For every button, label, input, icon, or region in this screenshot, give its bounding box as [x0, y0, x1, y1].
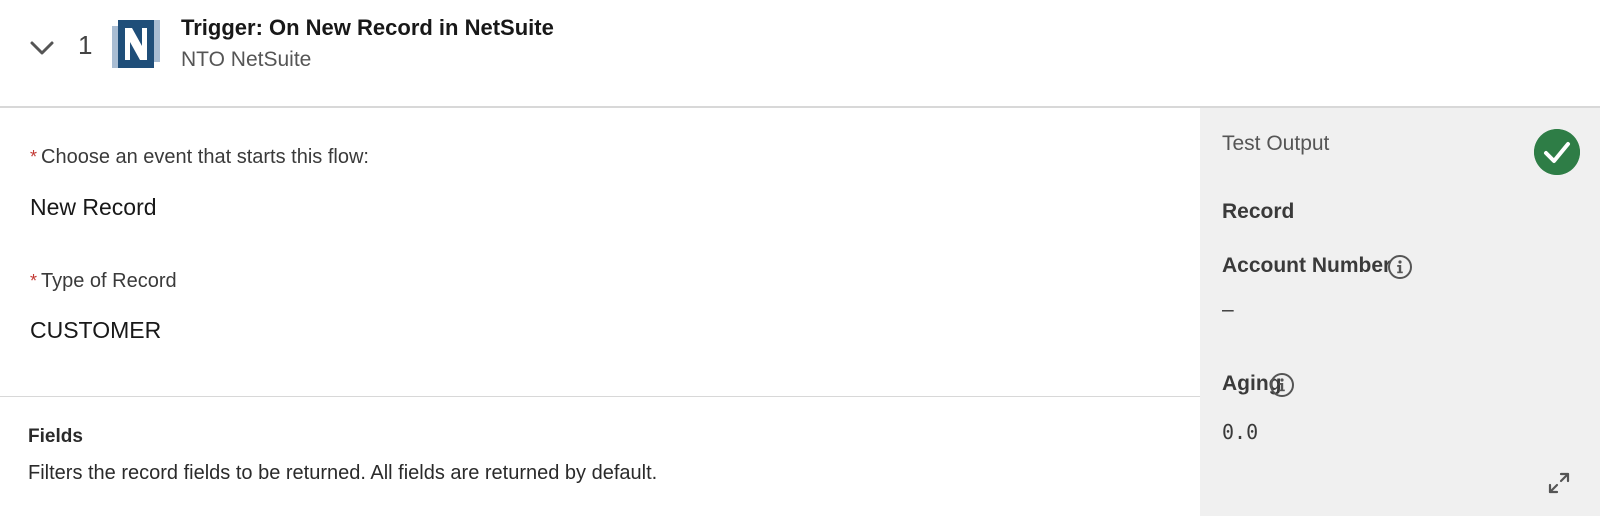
test-output-title: Test Output: [1222, 132, 1330, 155]
required-marker: *: [30, 271, 38, 291]
required-marker: *: [30, 147, 38, 167]
fields-section-title: Fields: [28, 426, 83, 447]
trigger-config-panel: * Choose an event that starts this flow: …: [0, 108, 1200, 516]
success-check-icon: [1534, 129, 1580, 175]
account-number-label: Account Number: [1222, 254, 1392, 277]
expand-icon[interactable]: [1546, 470, 1572, 496]
section-divider: [0, 396, 1200, 397]
fields-section-description: Filters the record fields to be returned…: [28, 462, 658, 484]
info-icon[interactable]: [1387, 254, 1413, 280]
info-icon[interactable]: [1269, 372, 1295, 398]
event-field-label: * Choose an event that starts this flow:: [30, 146, 369, 168]
event-field-value[interactable]: New Record: [30, 194, 157, 221]
step-number: 1: [78, 30, 93, 60]
step-header: 1 Trigger: On New Record in NetSuite NTO…: [0, 0, 1600, 108]
aging-value: 0.0: [1222, 420, 1259, 444]
chevron-down-icon[interactable]: [28, 34, 56, 62]
record-type-value[interactable]: CUSTOMER: [30, 317, 161, 344]
record-heading: Record: [1222, 200, 1295, 223]
netsuite-logo: [112, 20, 160, 68]
trigger-title: Trigger: On New Record in NetSuite: [181, 15, 554, 40]
connection-name: NTO NetSuite: [181, 48, 312, 71]
test-output-panel: Test Output Record Account Number – Agin…: [1200, 108, 1600, 516]
account-number-value: –: [1222, 298, 1234, 321]
record-type-label: * Type of Record: [30, 270, 177, 292]
